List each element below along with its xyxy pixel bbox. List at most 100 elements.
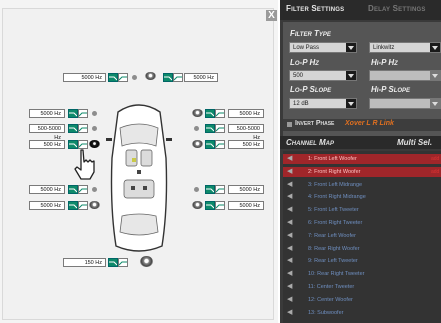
speaker-channel-icon: ◀ — [287, 193, 293, 201]
filter-lowpass-icon[interactable] — [163, 73, 173, 82]
speaker-channel-icon: ◀ — [287, 206, 293, 214]
rr-tweeter-frequency[interactable]: 5000 Hz — [228, 185, 264, 194]
filter-lowpass-icon[interactable] — [108, 258, 118, 267]
filter-highpass-icon[interactable] — [118, 258, 128, 267]
filter-highpass-icon[interactable] — [215, 185, 225, 194]
tweeter-dot-icon[interactable] — [194, 187, 199, 192]
woofer-speaker-icon[interactable] — [192, 140, 203, 148]
rr-woofer-frequency[interactable]: 5000 Hz — [228, 201, 264, 210]
tab-delay-settings[interactable]: Delay Settings — [368, 4, 426, 13]
channel-row[interactable]: ◀ 5: Front Left Tweeter — [283, 205, 441, 215]
lop-slope-value: 12 dB — [293, 101, 309, 107]
subwoofer-frequency[interactable]: 150 Hz — [63, 258, 106, 267]
chevron-down-icon — [430, 43, 440, 52]
tweeter-dot-icon[interactable] — [92, 187, 97, 192]
filter-highpass-icon[interactable] — [215, 124, 225, 133]
xover-link-toggle[interactable]: Xover L R Link — [345, 120, 394, 127]
center-speaker-icon[interactable] — [145, 72, 156, 80]
hip-hz-select[interactable] — [369, 70, 441, 81]
filter-settings-panel: Filter Type Low Pass Linkwitz Lo-P Hz Hi… — [283, 22, 441, 140]
filter-shape-select[interactable]: Linkwitz — [369, 42, 441, 53]
filter-lowpass-icon[interactable] — [68, 185, 78, 194]
filter-lowpass-icon[interactable] — [205, 201, 215, 210]
channel-map-header: Channel Map Multi Sel. — [280, 136, 441, 149]
channel-row[interactable]: ◀ 8: Rear Right Woofer — [283, 244, 441, 254]
midrange-dot-icon[interactable] — [194, 126, 199, 131]
speaker-channel-icon: ◀ — [287, 308, 293, 316]
channel-row[interactable]: ◀ 1: Front Left Woofer add — [283, 154, 441, 164]
subwoofer-speaker-icon[interactable] — [140, 256, 153, 267]
lop-slope-label: Lo-P Slope — [290, 85, 332, 94]
center-right-frequency[interactable]: 5000 Hz — [184, 73, 218, 82]
speaker-channel-icon: ◀ — [287, 283, 293, 290]
filter-highpass-icon[interactable] — [173, 73, 183, 82]
filter-lowpass-icon[interactable] — [68, 124, 78, 133]
mouse-pointer-icon — [74, 149, 95, 180]
channel-row[interactable]: ◀ 6: Front Right Tweeter — [283, 218, 441, 228]
invert-phase-row: Invert Phase Xover L R Link — [283, 119, 441, 131]
invert-phase-checkbox[interactable] — [287, 122, 292, 127]
channel-row[interactable]: ◀ 10: Rear Right Tweeter — [283, 269, 441, 279]
rl-tweeter-frequency[interactable]: 5000 Hz — [29, 185, 65, 194]
filter-highpass-icon[interactable] — [215, 201, 225, 210]
fr-tweeter-frequency[interactable]: 5000 Hz — [228, 109, 264, 118]
filter-lowpass-icon[interactable] — [205, 109, 215, 118]
tab-bar: Filter Settings Delay Settings — [280, 0, 441, 20]
filter-lowpass-icon[interactable] — [205, 140, 215, 149]
channel-tag[interactable]: add — [431, 168, 439, 176]
channel-row[interactable]: ◀ 13: Subwoofer — [283, 308, 441, 318]
filter-type-select[interactable]: Low Pass — [289, 42, 357, 53]
filter-highpass-icon[interactable] — [118, 73, 128, 82]
fr-mid-frequency[interactable]: 500-5000 Hz — [228, 124, 264, 141]
filter-lowpass-icon[interactable] — [205, 124, 215, 133]
channel-row[interactable]: ◀ 9: Rear Left Tweeter — [283, 256, 441, 266]
fr-woofer-frequency[interactable]: 500 Hz — [228, 140, 264, 149]
woofer-speaker-icon[interactable] — [89, 140, 100, 148]
chevron-down-icon — [346, 99, 356, 108]
channel-row[interactable]: ◀ 12: Center Woofer — [283, 295, 441, 305]
tab-filter-settings[interactable]: Filter Settings — [286, 4, 344, 13]
channel-map-title: Channel Map — [286, 138, 334, 147]
car-diagram — [106, 104, 172, 252]
multi-select-button[interactable]: Multi Sel. — [397, 138, 432, 147]
lop-hz-select[interactable]: 500 — [289, 70, 357, 81]
speaker-channel-icon: ◀ — [287, 295, 293, 303]
fl-woofer-frequency[interactable]: 500 Hz — [29, 140, 65, 149]
filter-highpass-icon[interactable] — [215, 140, 225, 149]
channel-row[interactable]: ◀ 7: Rear Left Woofer — [283, 231, 441, 241]
woofer-speaker-icon[interactable] — [192, 201, 203, 209]
channel-label: 12: Center Woofer — [308, 296, 353, 303]
filter-shape-value: Linkwitz — [373, 45, 395, 51]
channel-tag[interactable]: add — [431, 155, 439, 163]
channel-dot-icon — [132, 75, 137, 80]
woofer-speaker-icon[interactable] — [192, 109, 203, 117]
lop-slope-select[interactable]: 12 dB — [289, 98, 357, 109]
channel-row[interactable]: ◀ 2: Front Right Woofer add — [283, 166, 441, 177]
center-left-frequency[interactable]: 5000 Hz — [63, 73, 106, 82]
filter-highpass-icon[interactable] — [215, 109, 225, 118]
hip-slope-select[interactable] — [369, 98, 441, 109]
filter-highpass-icon[interactable] — [78, 124, 88, 133]
filter-lowpass-icon[interactable] — [68, 201, 78, 210]
filter-lowpass-icon[interactable] — [108, 73, 118, 82]
midrange-dot-icon[interactable] — [92, 126, 97, 131]
channel-label: 10: Rear Right Tweeter — [308, 271, 365, 278]
lop-hz-label: Lo-P Hz — [290, 58, 319, 67]
tweeter-dot-icon[interactable] — [92, 111, 97, 116]
filter-lowpass-icon[interactable] — [205, 185, 215, 194]
rl-woofer-frequency[interactable]: 5000 Hz — [29, 201, 65, 210]
filter-highpass-icon[interactable] — [78, 201, 88, 210]
chevron-down-icon — [430, 99, 440, 108]
channel-row[interactable]: ◀ 4: Front Right Midrange — [283, 192, 441, 202]
channel-row[interactable]: ◀ 3: Front Left Midrange — [283, 180, 441, 190]
fl-mid-frequency[interactable]: 500-5000 Hz — [29, 124, 65, 141]
filter-highpass-icon[interactable] — [78, 185, 88, 194]
filter-highpass-icon[interactable] — [78, 109, 88, 118]
speaker-channel-icon: ◀ — [287, 155, 293, 162]
channel-row[interactable]: ◀ 11: Center Tweeter — [283, 282, 441, 292]
fl-tweeter-frequency[interactable]: 5000 Hz — [29, 109, 65, 118]
woofer-speaker-icon[interactable] — [89, 201, 100, 209]
filter-lowpass-icon[interactable] — [68, 109, 78, 118]
close-button[interactable]: X — [266, 10, 277, 21]
speaker-channel-icon: ◀ — [287, 231, 293, 239]
